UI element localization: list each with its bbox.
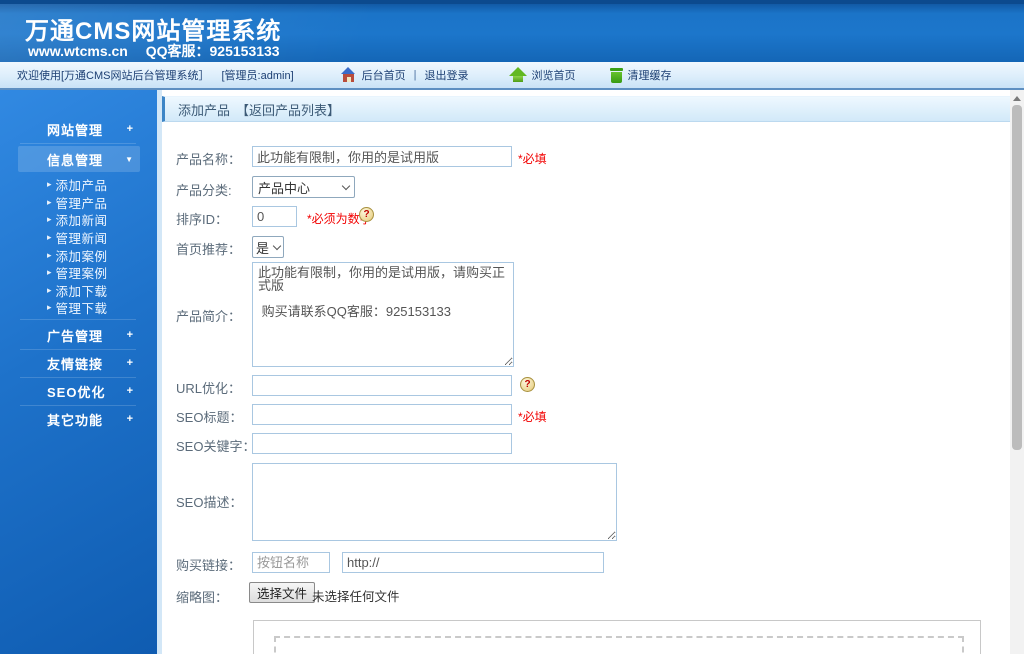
buy-url-input[interactable] xyxy=(342,552,604,573)
help-icon[interactable]: ? xyxy=(520,377,535,392)
sidebar-item-friend-links[interactable]: 友情链接 + xyxy=(18,350,140,376)
category-label: 产品分类: xyxy=(176,183,232,198)
required-mark: *必填 xyxy=(518,410,547,424)
sidebar-item-site-manage[interactable]: 网站管理 + xyxy=(18,116,140,142)
page: 万通CMS网站管理系统 www.wtcms.cn QQ客服：925153133 … xyxy=(0,0,1024,654)
editor-container xyxy=(253,620,981,654)
sidebar-subitem-manage-download[interactable]: ▸ 管理下载 xyxy=(0,299,157,317)
help-icon[interactable]: ? xyxy=(359,207,374,222)
seo-keywords-label: SEO关键字： xyxy=(176,439,256,454)
file-status-text: 未选择任何文件 xyxy=(312,590,400,604)
browse-home-link[interactable]: 浏览首页 xyxy=(532,67,576,83)
recommend-select[interactable]: 是 xyxy=(252,236,284,258)
bullet-arrow-icon: ▸ xyxy=(47,179,52,190)
intro-label: 产品简介： xyxy=(176,309,242,324)
bullet-arrow-icon: ▸ xyxy=(47,267,52,278)
url-label: URL优化： xyxy=(176,381,242,396)
sidebar-subitem-add-case[interactable]: ▸ 添加案例 xyxy=(0,246,157,264)
bullet-arrow-icon: ▸ xyxy=(47,284,52,295)
sidebar: 网站管理 + 信息管理 ▼ ▸ 添加产品 ▸ 管理产品 ▸ 添加新闻 ▸ 管理新… xyxy=(0,90,157,654)
seo-desc-label: SEO描述： xyxy=(176,495,243,510)
sidebar-subitem-manage-product[interactable]: ▸ 管理产品 xyxy=(0,194,157,212)
sidebar-subitem-manage-case[interactable]: ▸ 管理案例 xyxy=(0,264,157,282)
main-content: 添加产品 【返回产品列表】 产品名称： *必填 产品分类: 产品中心 排序ID：… xyxy=(162,90,1010,654)
plus-icon: + xyxy=(126,385,133,397)
sidebar-divider xyxy=(20,143,136,144)
toolbar-separator: | xyxy=(413,69,417,81)
seo-keywords-input[interactable] xyxy=(252,433,512,454)
house-icon xyxy=(340,67,357,83)
plus-icon: + xyxy=(126,123,133,135)
thumbnail-label: 缩略图： xyxy=(176,590,229,605)
toolbar: 欢迎使用[万通CMS网站后台管理系统］ [管理员:admin] 后台首页 | 退… xyxy=(0,62,1024,90)
plus-icon: + xyxy=(126,413,133,425)
chevron-down-icon: ▼ xyxy=(125,154,133,164)
bullet-arrow-icon: ▸ xyxy=(47,196,52,207)
plus-icon: + xyxy=(126,329,133,341)
site-url: www.wtcms.cn xyxy=(28,43,128,59)
sidebar-submenu: ▸ 添加产品 ▸ 管理产品 ▸ 添加新闻 ▸ 管理新闻 ▸ 添加案例 ▸ 管理案… xyxy=(0,176,157,317)
logout-link[interactable]: 退出登录 xyxy=(425,67,469,83)
sidebar-item-info-manage[interactable]: 信息管理 ▼ xyxy=(18,146,140,172)
buy-link-label: 购买链接： xyxy=(176,558,242,573)
bullet-arrow-icon: ▸ xyxy=(47,302,52,313)
clear-cache-link[interactable]: 清理缓存 xyxy=(628,67,672,83)
browse-home-icon xyxy=(508,67,527,83)
product-name-input[interactable] xyxy=(252,146,512,167)
seo-desc-textarea[interactable] xyxy=(252,463,617,541)
app-banner: 万通CMS网站管理系统 www.wtcms.cn QQ客服：925153133 xyxy=(0,0,1024,62)
backend-home-link[interactable]: 后台首页 xyxy=(362,67,406,83)
sort-id-label: 排序ID： xyxy=(176,212,229,227)
back-to-list-link[interactable]: 【返回产品列表】 xyxy=(236,100,340,119)
bullet-arrow-icon: ▸ xyxy=(47,232,52,243)
bullet-arrow-icon: ▸ xyxy=(47,249,52,260)
scrollbar-up-arrow[interactable] xyxy=(1010,92,1024,104)
choose-file-button[interactable]: 选择文件 xyxy=(249,582,316,603)
buy-button-name-input[interactable] xyxy=(252,552,330,573)
required-mark: *必填 xyxy=(518,152,547,166)
sidebar-divider xyxy=(20,319,136,320)
sidebar-item-other[interactable]: 其它功能 + xyxy=(18,406,140,432)
sidebar-item-seo[interactable]: SEO优化 + xyxy=(18,378,140,404)
qq-service: QQ客服：925153133 xyxy=(145,43,280,59)
seo-title-label: SEO标题： xyxy=(176,410,243,425)
scrollbar-thumb[interactable] xyxy=(1012,105,1022,450)
sidebar-subitem-manage-news[interactable]: ▸ 管理新闻 xyxy=(0,229,157,247)
trash-icon xyxy=(609,67,623,83)
welcome-text: 欢迎使用[万通CMS网站后台管理系统］ xyxy=(17,70,210,82)
sidebar-subitem-add-product[interactable]: ▸ 添加产品 xyxy=(0,176,157,194)
chevron-down-icon xyxy=(341,181,351,190)
page-header: 添加产品 【返回产品列表】 xyxy=(162,96,1010,122)
plus-icon: + xyxy=(126,357,133,369)
product-name-label: 产品名称： xyxy=(176,152,242,167)
sidebar-subitem-add-download[interactable]: ▸ 添加下载 xyxy=(0,282,157,300)
sort-id-input[interactable] xyxy=(252,206,297,227)
seo-title-input[interactable] xyxy=(252,404,512,425)
sidebar-item-ad-manage[interactable]: 广告管理 + xyxy=(18,322,140,348)
url-input[interactable] xyxy=(252,375,512,396)
editor-drop-area[interactable] xyxy=(274,636,964,654)
category-select[interactable]: 产品中心 xyxy=(252,176,355,198)
scrollbar[interactable] xyxy=(1010,90,1024,654)
page-title: 添加产品 xyxy=(178,102,231,118)
sidebar-subitem-add-news[interactable]: ▸ 添加新闻 xyxy=(0,211,157,229)
intro-textarea[interactable]: 此功能有限制，你用的是试用版，请购买正式版 购买请联系QQ客服：92515313… xyxy=(252,262,514,367)
app-subtitle: www.wtcms.cn QQ客服：925153133 xyxy=(28,41,294,61)
chevron-down-icon xyxy=(272,241,282,250)
admin-text: [管理员:admin] xyxy=(221,70,294,82)
bullet-arrow-icon: ▸ xyxy=(47,214,52,225)
recommend-label: 首页推荐： xyxy=(176,242,242,257)
